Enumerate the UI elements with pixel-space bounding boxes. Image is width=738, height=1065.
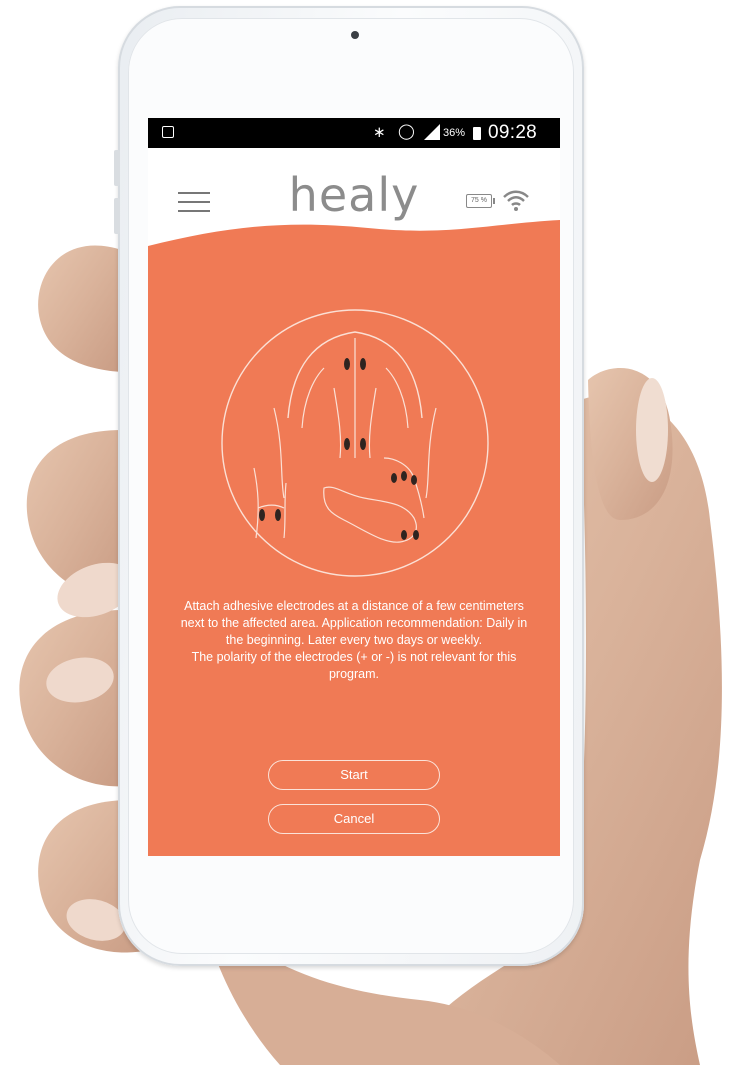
notification-icon	[162, 126, 174, 138]
battery-percent: 36%	[443, 127, 466, 139]
instruction-placement: Attach adhesive electrodes at a distance…	[180, 599, 528, 647]
instructions-text: Attach adhesive electrodes at a distance…	[176, 598, 532, 683]
clock: 09:28	[488, 122, 538, 143]
side-button	[114, 150, 120, 186]
signal-icon	[424, 124, 440, 140]
battery-icon	[473, 127, 481, 140]
device-battery-icon: 75 %	[466, 194, 495, 208]
cancel-button[interactable]: Cancel	[268, 804, 440, 834]
wifi-icon	[503, 190, 529, 211]
side-button	[114, 198, 120, 234]
instruction-polarity: The polarity of the electrodes (+ or -) …	[191, 650, 517, 681]
app-bar: healy 75 %	[148, 148, 560, 268]
bluetooth-icon: ∗	[373, 124, 386, 141]
phone-screen: ∗ ◯ 36% 09:28 healy 75 % Attach adhesive…	[148, 118, 560, 856]
start-button[interactable]: Start	[268, 760, 440, 790]
status-bar: ∗ ◯ 36% 09:28	[148, 118, 560, 148]
alarm-icon: ◯	[398, 123, 415, 140]
electrode-placement-illustration	[221, 309, 489, 577]
app-logo: healy	[288, 168, 420, 222]
camera-icon	[351, 31, 359, 39]
